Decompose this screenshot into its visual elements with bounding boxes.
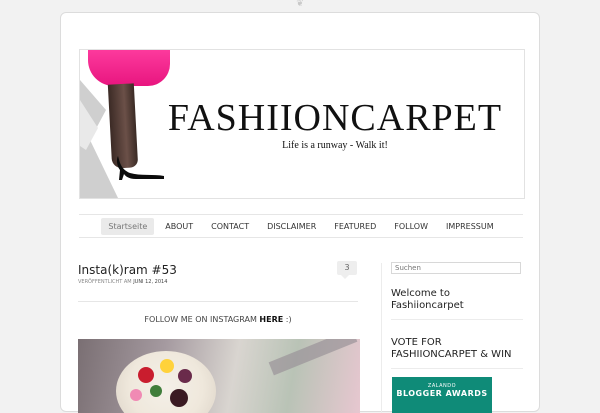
fruit-dot (178, 369, 192, 383)
search-input[interactable] (391, 262, 521, 274)
post-meta: VERÖFFENTLICHT AM JUNI 12, 2014 (78, 279, 167, 285)
sidebar-divider (381, 263, 382, 413)
site-tagline: Life is a runway - Walk it! (282, 140, 388, 151)
nav-item-about[interactable]: ABOUT (158, 218, 200, 235)
post-divider (78, 301, 358, 302)
page-container: FASHIIONCARPET Life is a runway - Walk i… (60, 12, 540, 413)
post-image[interactable] (78, 339, 360, 413)
nav-item-impressum[interactable]: IMPRESSUM (439, 218, 501, 235)
fruit-dot (138, 367, 154, 383)
top-ornament-icon: ❦ (296, 0, 304, 9)
high-heel-icon (116, 156, 164, 180)
post-title[interactable]: Insta(k)ram #53 (78, 263, 177, 277)
post-meta-prefix: VERÖFFENTLICHT AM (78, 279, 132, 285)
follow-suffix: :) (285, 315, 292, 324)
comment-count-badge[interactable]: 3 (337, 261, 357, 279)
nav-item-disclaimer[interactable]: DISCLAIMER (260, 218, 323, 235)
follow-text: FOLLOW ME ON INSTAGRAM (144, 315, 257, 324)
site-title[interactable]: FASHIIONCARPET (150, 98, 520, 138)
fruit-dot (160, 359, 174, 373)
decor-stripe (268, 339, 358, 376)
main-navigation: Startseite ABOUT CONTACT DISCLAIMER FEAT… (79, 214, 523, 238)
nav-item-startseite[interactable]: Startseite (101, 217, 155, 235)
award-big-text: BLOGGER AWARDS (396, 389, 488, 398)
follow-here-link[interactable]: HERE (259, 315, 283, 324)
model-skirt (88, 50, 170, 86)
header-banner[interactable]: FASHIIONCARPET Life is a runway - Walk i… (79, 49, 525, 199)
award-small-text: ZALANDO (427, 383, 457, 389)
nav-item-featured[interactable]: FEATURED (327, 218, 383, 235)
welcome-widget-title: Welcome to Fashiioncarpet (391, 288, 464, 311)
widget-separator (391, 368, 523, 369)
post-follow-text: FOLLOW ME ON INSTAGRAM HERE :) (78, 315, 358, 324)
vote-widget-title: VOTE FOR FASHIIONCARPET & WIN (391, 337, 512, 360)
fruit-dot (170, 389, 188, 407)
post-date[interactable]: JUNI 12, 2014 (133, 279, 167, 285)
fruit-dot (130, 389, 142, 401)
widget-separator (391, 319, 523, 320)
nav-item-follow[interactable]: FOLLOW (387, 218, 435, 235)
fruit-dot (150, 385, 162, 397)
nav-item-contact[interactable]: CONTACT (204, 218, 256, 235)
blogger-award-badge[interactable]: ZALANDO BLOGGER AWARDS (392, 377, 492, 413)
